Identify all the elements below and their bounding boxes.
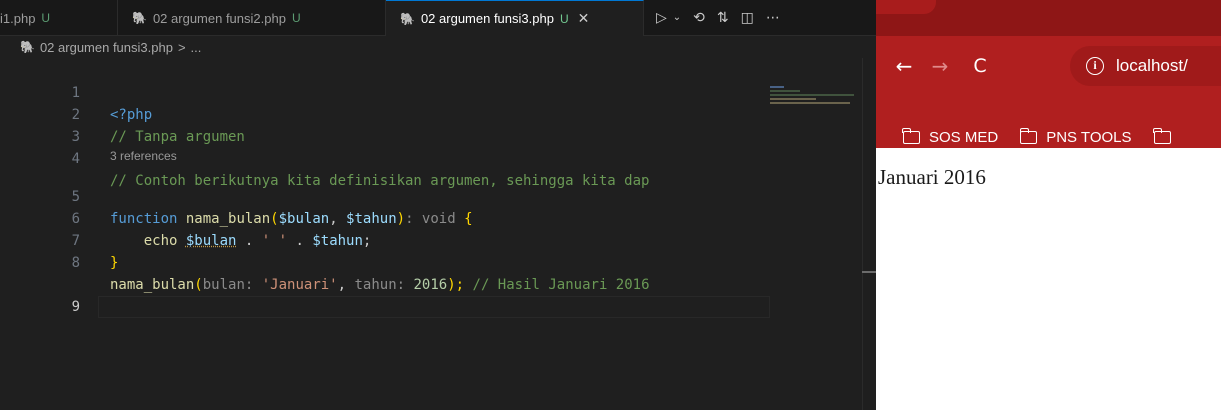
breadcrumb-symbol[interactable]: ... <box>191 40 202 55</box>
paren: ); <box>447 277 465 293</box>
code-line: 5 function nama_bulan($bulan, $tahun): v… <box>0 164 770 227</box>
folder-icon <box>1019 127 1038 144</box>
tab-label: 02 argumen funsi2.php <box>152 10 286 26</box>
output-text: Januari 2016 <box>878 165 986 189</box>
tab-file-1[interactable]: i1.php U <box>0 0 118 36</box>
breadcrumb-separator: > <box>177 39 186 55</box>
minimap-line <box>770 90 800 92</box>
chevron-down-icon[interactable]: ⌄ <box>673 12 681 23</box>
editor-actions: ▷ ⌄ ⟲ ⇅ ◫ ⋯ <box>644 0 780 35</box>
untracked-badge: U <box>559 11 569 26</box>
tab-label: i1.php <box>0 10 36 26</box>
references-label[interactable]: 3 references <box>110 148 177 164</box>
back-arrow-icon[interactable]: ← <box>888 54 920 78</box>
paren: ( <box>194 277 203 293</box>
code-line-current: 9 <box>0 252 770 318</box>
vertical-scrollbar[interactable] <box>862 58 876 410</box>
code-line: 1 <?php <box>0 60 770 123</box>
elephant-icon: 🐘 <box>20 40 35 54</box>
elephant-icon: 🐘 <box>400 11 415 26</box>
code-area[interactable]: 1 <?php 2 // Tanpa argumen 3 4 // Contoh… <box>0 60 770 318</box>
number: 2016 <box>413 277 448 293</box>
page-content: Januari 2016 <box>876 148 1221 410</box>
inlay-hint: bulan: <box>202 277 254 293</box>
minimap-line <box>770 98 816 100</box>
string: 'Januari' <box>261 277 338 293</box>
breadcrumb: 🐘 02 argumen funsi3.php > ... <box>0 36 876 58</box>
line-number: 9 <box>71 299 80 315</box>
comma: , <box>337 277 347 293</box>
inlay-hint: tahun: <box>354 277 406 293</box>
forward-arrow-icon[interactable]: → <box>924 54 956 78</box>
bookmark-folder-next[interactable] <box>1152 127 1180 144</box>
bookmarks-bar: SOS MED PNS TOOLS <box>876 126 1221 148</box>
code-line: 4 // Contoh berikutnya kita definisikan … <box>0 126 770 189</box>
minimap[interactable] <box>770 86 860 126</box>
scrollbar-cursor-marker <box>862 271 876 273</box>
code-line: 3 <box>0 104 770 145</box>
tab-label: 02 argumen funsi3.php <box>420 11 554 26</box>
code-line: 8 nama_bulan(bulan: 'Januari', tahun: 20… <box>0 230 770 293</box>
timeline-icon[interactable]: ⟲ <box>693 10 705 26</box>
reload-icon[interactable]: C <box>964 55 996 77</box>
untracked-badge: U <box>41 11 51 25</box>
address-bar[interactable]: i localhost/ <box>1070 46 1221 86</box>
minimap-line <box>770 86 784 88</box>
code-line: 7 } <box>0 208 770 271</box>
bookmark-label: PNS TOOLS <box>1046 128 1132 146</box>
code-editor-window: i1.php U 🐘 02 argumen funsi2.php U 🐘 02 … <box>0 0 876 410</box>
bookmark-label: SOS MED <box>929 128 999 146</box>
minimap-line <box>770 102 850 104</box>
info-icon[interactable]: i <box>1086 57 1104 75</box>
address-text: localhost/ <box>1116 56 1188 75</box>
more-actions-icon[interactable]: ⋯ <box>766 10 780 26</box>
current-line-highlight <box>98 296 770 318</box>
browser-window: ← → C i localhost/ SOS MED PNS TOOLS Jan… <box>876 0 1221 410</box>
run-icon[interactable]: ▷ <box>656 10 667 26</box>
folder-icon <box>902 127 920 144</box>
bookmark-folder-sos-med[interactable]: SOS MED <box>902 127 999 146</box>
elephant-icon: 🐘 <box>132 11 147 25</box>
tab-argumen-funsi3[interactable]: 🐘 02 argumen funsi3.php U ✕ <box>386 0 644 36</box>
comment: // Hasil Januari 2016 <box>472 277 650 293</box>
function-call: nama_bulan <box>110 277 195 293</box>
editor-tab-bar: i1.php U 🐘 02 argumen funsi2.php U 🐘 02 … <box>0 0 876 36</box>
close-icon[interactable]: ✕ <box>578 10 590 27</box>
code-line: 6 echo $bulan . ' ' . $tahun; <box>0 186 770 249</box>
codelens-references[interactable]: 3 references <box>0 148 770 164</box>
folder-icon <box>1152 127 1171 144</box>
split-editor-icon[interactable]: ◫ <box>741 10 754 26</box>
minimap-line <box>770 94 854 96</box>
browser-tab-strip <box>876 0 1221 36</box>
code-line: 2 // Tanpa argumen <box>0 82 770 145</box>
tab-argumen-funsi2[interactable]: 🐘 02 argumen funsi2.php U <box>118 0 386 36</box>
untracked-badge: U <box>291 11 301 25</box>
breadcrumb-file[interactable]: 02 argumen funsi3.php <box>40 40 173 55</box>
bookmark-folder-pns-tools[interactable]: PNS TOOLS <box>1019 127 1132 146</box>
compare-changes-icon[interactable]: ⇅ <box>717 10 729 26</box>
browser-tab[interactable] <box>876 0 936 14</box>
